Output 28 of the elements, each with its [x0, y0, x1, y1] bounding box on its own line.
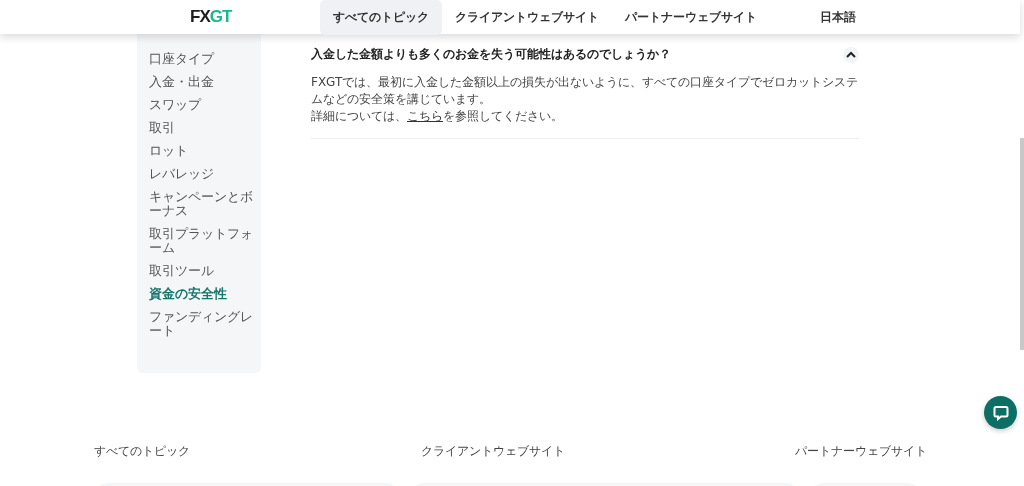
answer-text: FXGTでは、最初に入金した金額以上の損失が出ないように、すべての口座タイプでゼロカットシステムなどの安全策を講じています。 — [311, 74, 859, 108]
footer-link[interactable]: クライアントウェブサイト — [420, 443, 565, 460]
nav-tab[interactable]: クライアントウェブサイト — [442, 0, 612, 35]
sidebar-item[interactable]: 取引プラットフォーム — [149, 227, 253, 255]
nav-tab[interactable]: パートナーウェブサイト — [612, 0, 770, 35]
chat-button[interactable] — [984, 396, 1017, 429]
footer-link[interactable]: すべてのトピック — [94, 443, 190, 460]
details-link[interactable]: こちら — [407, 109, 443, 123]
footer-link[interactable]: パートナーウェブサイト — [795, 443, 927, 460]
chevron-icon — [846, 51, 856, 58]
sidebar-item[interactable]: キャンペーンとボーナス — [149, 190, 253, 218]
scrollbar[interactable] — [1020, 138, 1024, 350]
sidebar-item[interactable]: ロット — [149, 144, 253, 158]
answer-text: 詳細については、こちら を参照してください。 — [311, 108, 564, 125]
sidebar-item[interactable]: 資金の安全性 — [149, 287, 253, 301]
sidebar-item[interactable]: スワップ — [149, 98, 253, 112]
language-selector[interactable]: 日本語 — [820, 8, 856, 26]
faq-question[interactable]: 入金した金額よりも多くのお金を失う可能性はあるのでしょうか？ — [311, 46, 671, 63]
sidebar-item[interactable]: 取引ツール — [149, 264, 253, 278]
sidebar-item[interactable]: 口座タイプ — [149, 52, 253, 66]
sidebar-item[interactable]: ファンディングレート — [149, 310, 253, 338]
collapse-button[interactable] — [843, 46, 859, 63]
sidebar-item[interactable]: 入金・出金 — [149, 75, 253, 89]
logo[interactable]: FXGT — [190, 7, 250, 27]
sidebar-item[interactable]: 取引 — [149, 121, 253, 135]
chat-icon — [992, 404, 1009, 421]
nav-tab[interactable]: すべてのトピック — [320, 0, 442, 35]
sidebar-item[interactable]: レバレッジ — [149, 167, 253, 181]
